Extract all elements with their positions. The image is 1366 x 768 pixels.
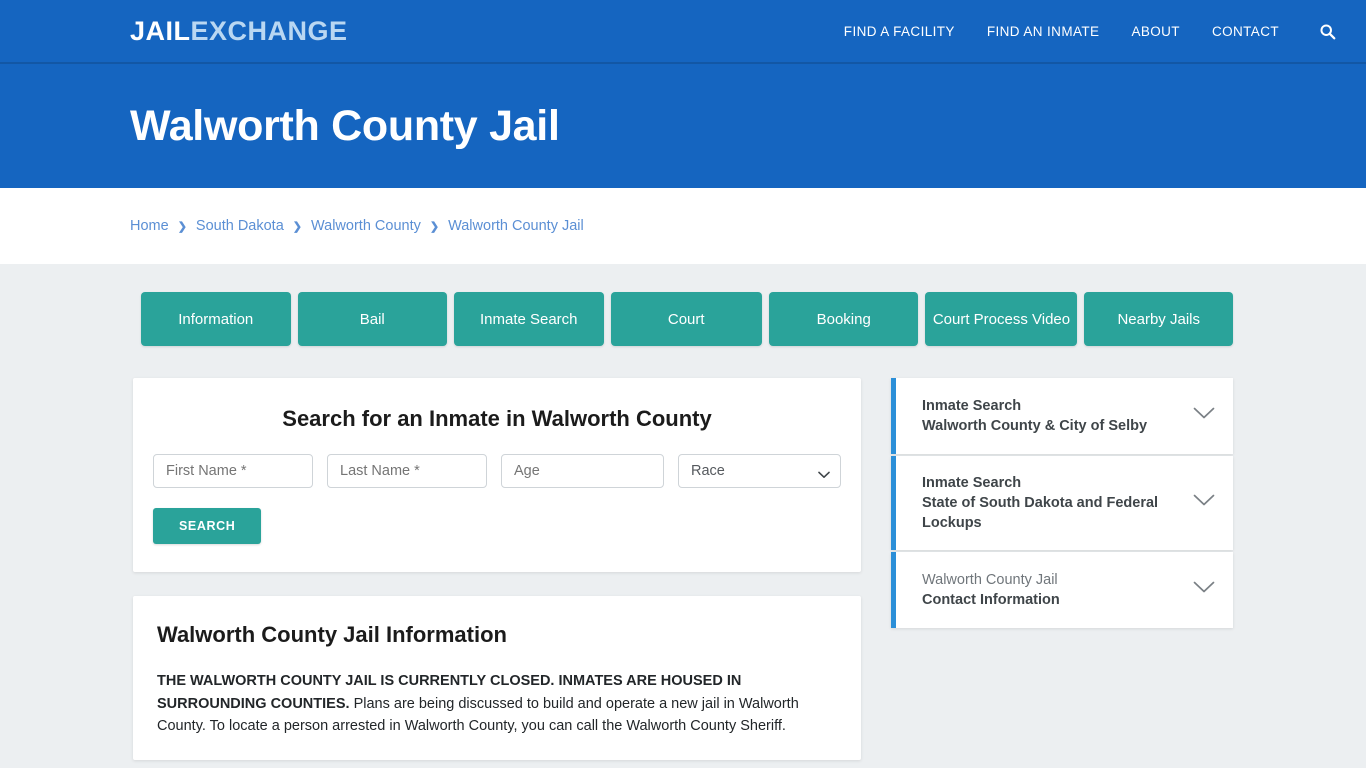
race-select[interactable]: Race bbox=[678, 454, 841, 488]
tab-inmate-search[interactable]: Inmate Search bbox=[454, 292, 604, 346]
inmate-search-panel: Search for an Inmate in Walworth County … bbox=[133, 378, 861, 572]
accordion-label: Inmate Search Walworth County & City of … bbox=[922, 396, 1183, 436]
breadcrumb-separator-icon: ❯ bbox=[177, 220, 187, 233]
information-heading: Walworth County Jail Information bbox=[157, 622, 507, 647]
breadcrumb-item-home[interactable]: Home bbox=[130, 218, 169, 234]
age-input[interactable] bbox=[501, 454, 664, 488]
last-name-input[interactable] bbox=[327, 454, 487, 488]
chevron-down-icon bbox=[1193, 581, 1215, 599]
tab-nearby-jails[interactable]: Nearby Jails bbox=[1084, 292, 1233, 346]
search-fields-row: Race bbox=[153, 454, 841, 488]
site-logo[interactable]: JAILEXCHANGE bbox=[130, 16, 348, 47]
race-select-wrapper: Race bbox=[678, 454, 841, 488]
first-name-input[interactable] bbox=[153, 454, 313, 488]
tab-bail[interactable]: Bail bbox=[297, 292, 447, 346]
nav-item-about[interactable]: ABOUT bbox=[1131, 24, 1180, 39]
accordion-line-1: Inmate Search bbox=[922, 475, 1022, 491]
search-button[interactable]: SEARCH bbox=[153, 508, 262, 544]
accordion-line-2: Walworth County & City of Selby bbox=[922, 418, 1148, 434]
breadcrumb-item-south-dakota[interactable]: South Dakota bbox=[196, 218, 284, 234]
logo-text-primary: JAIL bbox=[130, 15, 191, 46]
accordion-label: Walworth County Jail Contact Information bbox=[922, 570, 1183, 610]
jail-information-panel: Walworth County Jail Information THE WAL… bbox=[133, 596, 861, 760]
chevron-down-icon bbox=[1193, 494, 1215, 512]
information-body: THE WALWORTH COUNTY JAIL IS CURRENTLY CL… bbox=[157, 670, 837, 738]
primary-column: Search for an Inmate in Walworth County … bbox=[133, 378, 861, 760]
tab-booking[interactable]: Booking bbox=[768, 292, 919, 346]
main-menu: FIND A FACILITY FIND AN INMATE ABOUT CON… bbox=[844, 23, 1336, 40]
breadcrumb: Home ❯ South Dakota ❯ Walworth County ❯ … bbox=[130, 218, 584, 234]
accordion-inmate-search-state[interactable]: Inmate Search State of South Dakota and … bbox=[891, 456, 1233, 550]
tab-court[interactable]: Court bbox=[610, 292, 762, 346]
breadcrumb-item-walworth-county-jail[interactable]: Walworth County Jail bbox=[448, 218, 584, 234]
main-content: Information Bail Inmate Search Court Boo… bbox=[0, 264, 1366, 768]
search-panel-heading: Search for an Inmate in Walworth County bbox=[282, 406, 712, 431]
chevron-down-icon bbox=[1193, 407, 1215, 425]
accordion-inmate-search-county[interactable]: Inmate Search Walworth County & City of … bbox=[891, 378, 1233, 454]
tab-information[interactable]: Information bbox=[141, 292, 291, 346]
nav-item-contact[interactable]: CONTACT bbox=[1212, 24, 1279, 39]
breadcrumb-separator-icon: ❯ bbox=[429, 220, 440, 233]
breadcrumb-band: Home ❯ South Dakota ❯ Walworth County ❯ … bbox=[0, 188, 1366, 264]
nav-item-find-an-inmate[interactable]: FIND AN INMATE bbox=[987, 24, 1100, 39]
accordion-line-1: Inmate Search bbox=[922, 398, 1022, 414]
section-tab-bar: Information Bail Inmate Search Court Boo… bbox=[133, 292, 1233, 346]
accordion-contact-information[interactable]: Walworth County Jail Contact Information bbox=[891, 552, 1233, 628]
tab-court-process-video[interactable]: Court Process Video bbox=[925, 292, 1078, 346]
accordion-line-2: Contact Information bbox=[922, 592, 1060, 608]
nav-item-find-a-facility[interactable]: FIND A FACILITY bbox=[844, 24, 955, 39]
accordion-label: Inmate Search State of South Dakota and … bbox=[922, 473, 1183, 533]
accordion-line-2: State of South Dakota and Federal Lockup… bbox=[922, 495, 1159, 531]
accordion-line-1: Walworth County Jail bbox=[922, 572, 1058, 588]
top-navigation-bar: JAILEXCHANGE FIND A FACILITY FIND AN INM… bbox=[0, 0, 1366, 64]
breadcrumb-item-walworth-county[interactable]: Walworth County bbox=[311, 218, 421, 234]
page-hero: Walworth County Jail bbox=[0, 64, 1366, 188]
breadcrumb-separator-icon: ❯ bbox=[292, 220, 302, 233]
page-title: Walworth County Jail bbox=[130, 101, 560, 150]
sidebar: Inmate Search Walworth County & City of … bbox=[891, 378, 1233, 760]
logo-text-secondary: EXCHANGE bbox=[190, 15, 348, 46]
search-icon[interactable] bbox=[1319, 23, 1336, 40]
